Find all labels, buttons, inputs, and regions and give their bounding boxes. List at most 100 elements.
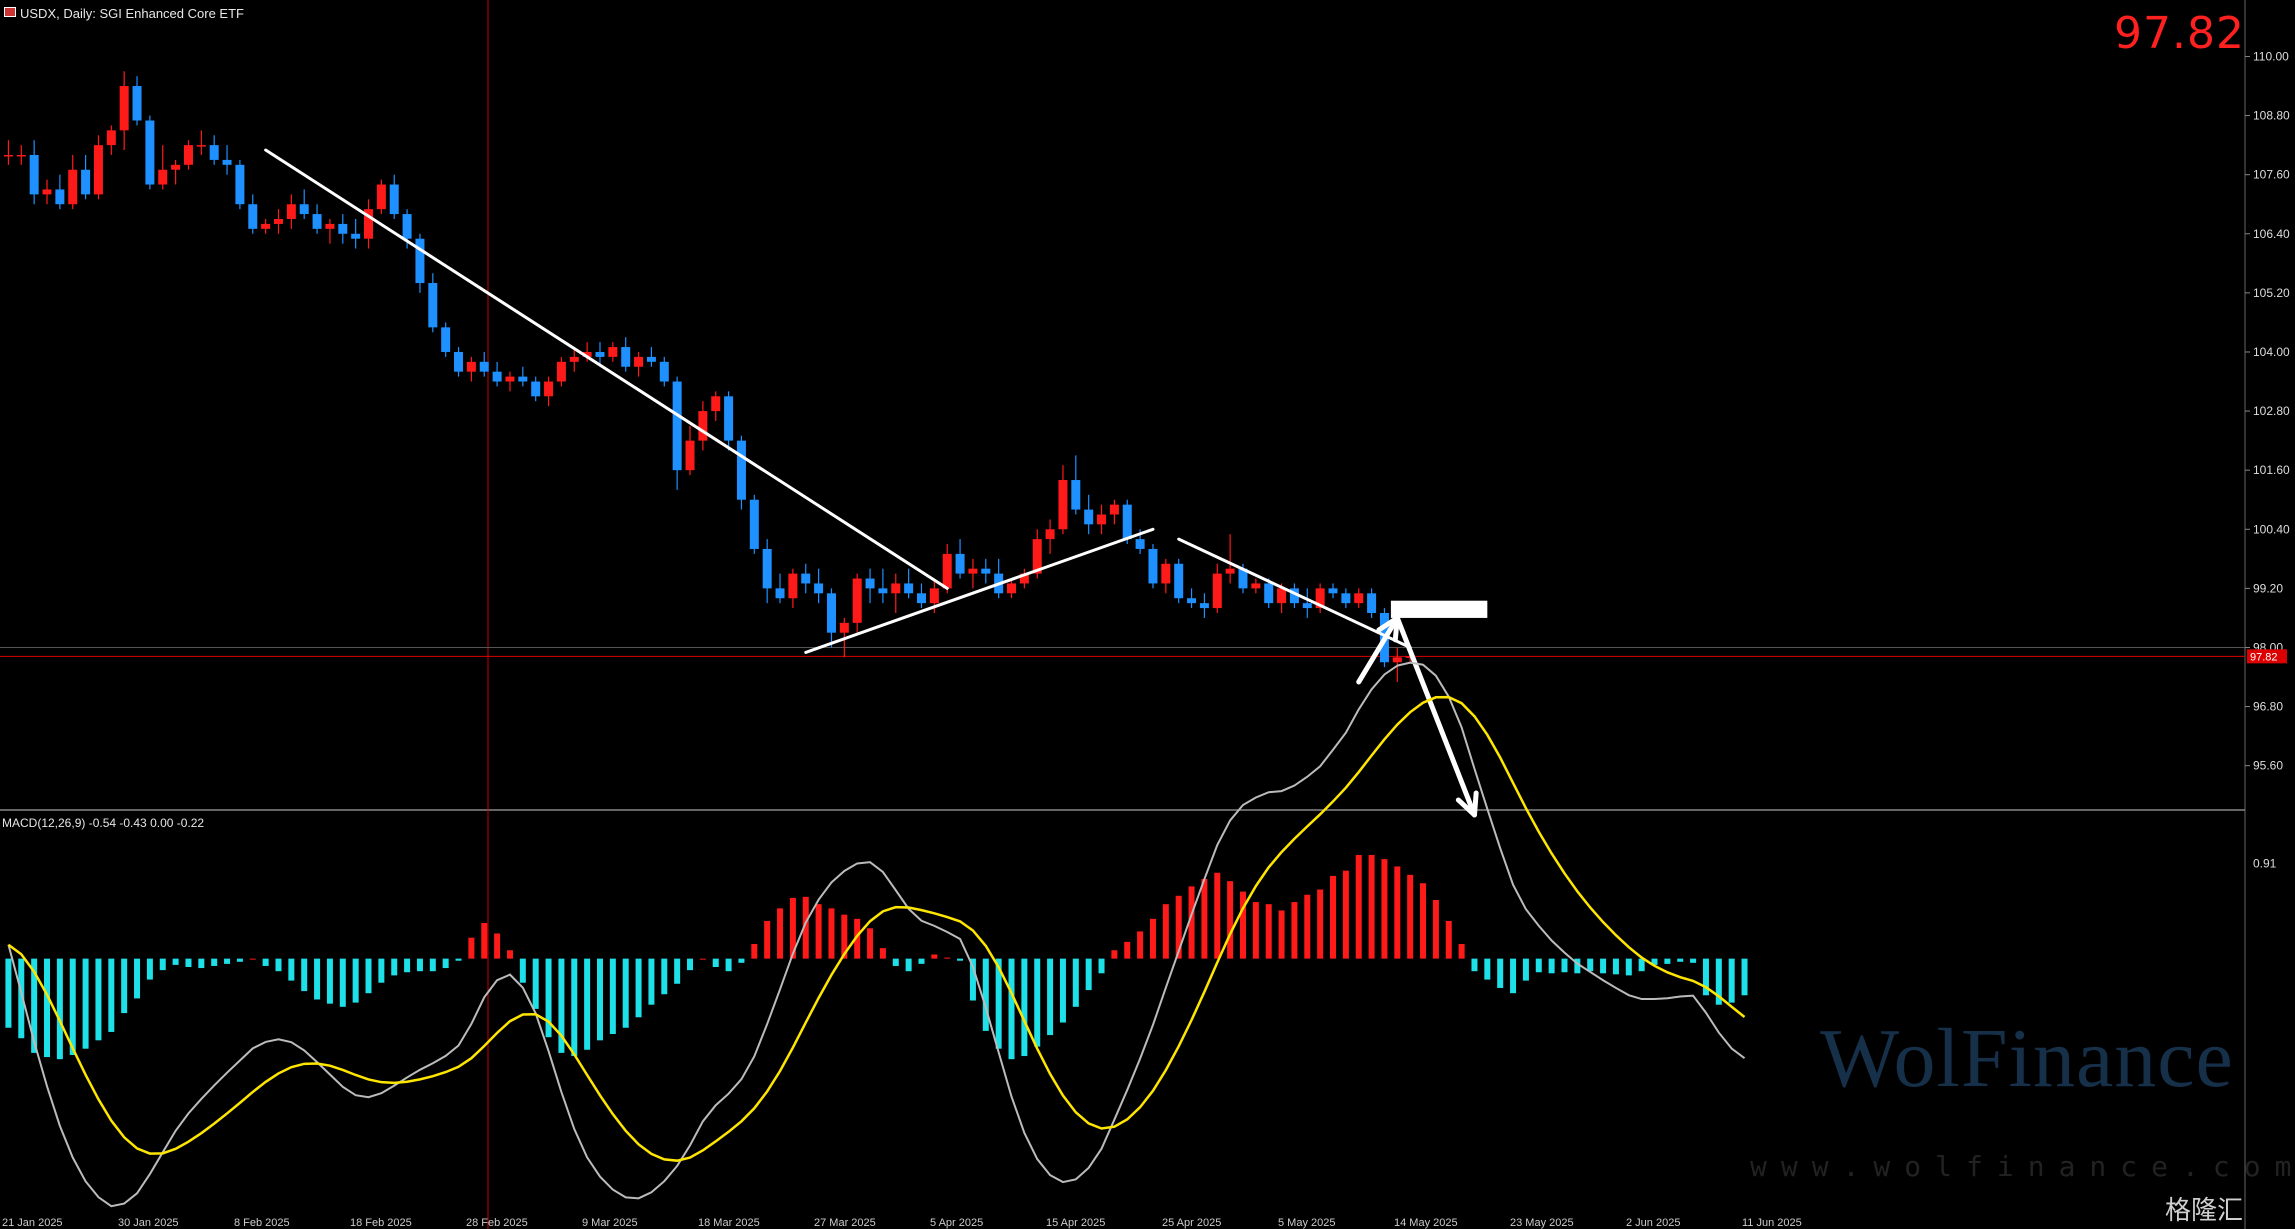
- y-tick-label: 95.60: [2253, 759, 2283, 773]
- macd-bar: [95, 958, 102, 1041]
- candle: [556, 356, 566, 387]
- candle: [1097, 504, 1107, 535]
- macd-bar: [378, 958, 385, 983]
- y-tick-label: 108.80: [2253, 109, 2290, 123]
- candle: [672, 376, 682, 490]
- macd-bar: [442, 958, 449, 969]
- macd-bar: [1124, 941, 1131, 959]
- macd-bar: [648, 958, 655, 1005]
- macd-bar: [352, 958, 359, 1003]
- candle: [891, 573, 901, 613]
- macd-bar: [1510, 958, 1517, 994]
- candle: [1058, 465, 1068, 535]
- macd-bar: [1587, 958, 1594, 972]
- candle: [826, 588, 836, 648]
- candle: [621, 337, 631, 372]
- macd-bar: [108, 958, 115, 1032]
- macd-line: [7, 661, 1746, 1208]
- macd-bar: [635, 958, 642, 1018]
- candle: [312, 204, 322, 234]
- macd-bar: [1021, 958, 1028, 1057]
- candle: [492, 361, 502, 387]
- macd-bar: [1368, 854, 1375, 959]
- macd-bar: [326, 958, 333, 1004]
- macd-bar: [982, 958, 989, 1031]
- macd-bar: [1600, 958, 1607, 974]
- macd-bar: [314, 958, 321, 1000]
- price-chart[interactable]: 110.00 108.80 107.60 106.40 105.20 104.00 102.…: [0, 0, 2295, 1229]
- macd-bar: [468, 937, 475, 959]
- candle: [1187, 588, 1197, 609]
- x-tick-label: 2 Jun 2025: [1626, 1217, 1680, 1229]
- y-tick-label: 101.60: [2253, 463, 2290, 477]
- candle: [749, 494, 759, 554]
- candle: [68, 154, 78, 210]
- candle: [544, 376, 554, 407]
- candle: [364, 199, 374, 249]
- candle: [518, 366, 528, 387]
- candle: [994, 558, 1004, 599]
- candle: [1315, 583, 1325, 613]
- candle: [878, 568, 888, 604]
- macd-bar: [1342, 870, 1349, 959]
- macd-bar: [1137, 931, 1144, 959]
- candle: [415, 233, 425, 293]
- macd-bar: [687, 958, 694, 971]
- y-tick-label: 107.60: [2253, 168, 2290, 182]
- macd-bar: [1085, 958, 1092, 991]
- macd-bar: [957, 958, 964, 961]
- macd-bar: [1625, 958, 1632, 976]
- macd-bar: [1162, 904, 1169, 959]
- macd-bar: [198, 958, 205, 969]
- macd-bar: [134, 958, 141, 999]
- macd-bar: [738, 958, 745, 963]
- y-tick-label: 99.20: [2253, 581, 2283, 595]
- macd-bar: [429, 958, 436, 972]
- candle: [955, 539, 965, 579]
- macd-bar: [699, 958, 706, 960]
- macd-bar: [44, 958, 51, 1058]
- candle: [106, 125, 116, 155]
- candle: [441, 322, 451, 357]
- candle: [852, 573, 862, 633]
- macd-bar: [519, 958, 526, 983]
- macd-bar: [69, 958, 76, 1055]
- y-tick-label: 102.80: [2253, 404, 2290, 418]
- candle: [1225, 534, 1235, 584]
- macd-bar: [1497, 958, 1504, 988]
- candle: [788, 568, 798, 609]
- macd-bar: [944, 957, 951, 959]
- candle: [968, 558, 978, 589]
- candle: [1045, 519, 1055, 554]
- macd-bar: [1432, 899, 1439, 959]
- macd-bar: [532, 958, 539, 1009]
- macd-bar: [661, 958, 668, 995]
- macd-bar: [185, 958, 192, 968]
- macd-bar: [1214, 872, 1221, 959]
- macd-bar: [1677, 958, 1684, 962]
- x-tick-label: 15 Apr 2025: [1046, 1217, 1105, 1229]
- candle: [466, 356, 476, 382]
- macd-bar: [815, 904, 822, 959]
- candle: [1302, 588, 1312, 618]
- candle: [3, 140, 13, 165]
- macd-bar: [867, 928, 874, 959]
- macd-bar: [416, 958, 423, 972]
- macd-bar: [892, 958, 899, 966]
- macd-bar: [905, 958, 912, 972]
- candle: [235, 159, 245, 210]
- macd-bar: [1252, 902, 1259, 959]
- candle: [29, 140, 39, 205]
- macd-bar: [1201, 879, 1208, 959]
- macd-bar: [301, 958, 308, 992]
- macd-bar: [1072, 958, 1079, 1007]
- macd-bar: [1612, 958, 1619, 975]
- candle: [1109, 499, 1119, 525]
- macd-bar: [1317, 889, 1324, 959]
- candle: [479, 351, 489, 377]
- macd-bar: [224, 958, 231, 964]
- macd-bar: [211, 958, 218, 966]
- candle: [531, 376, 541, 402]
- candle: [801, 563, 811, 594]
- y-tick-label: 105.20: [2253, 286, 2290, 300]
